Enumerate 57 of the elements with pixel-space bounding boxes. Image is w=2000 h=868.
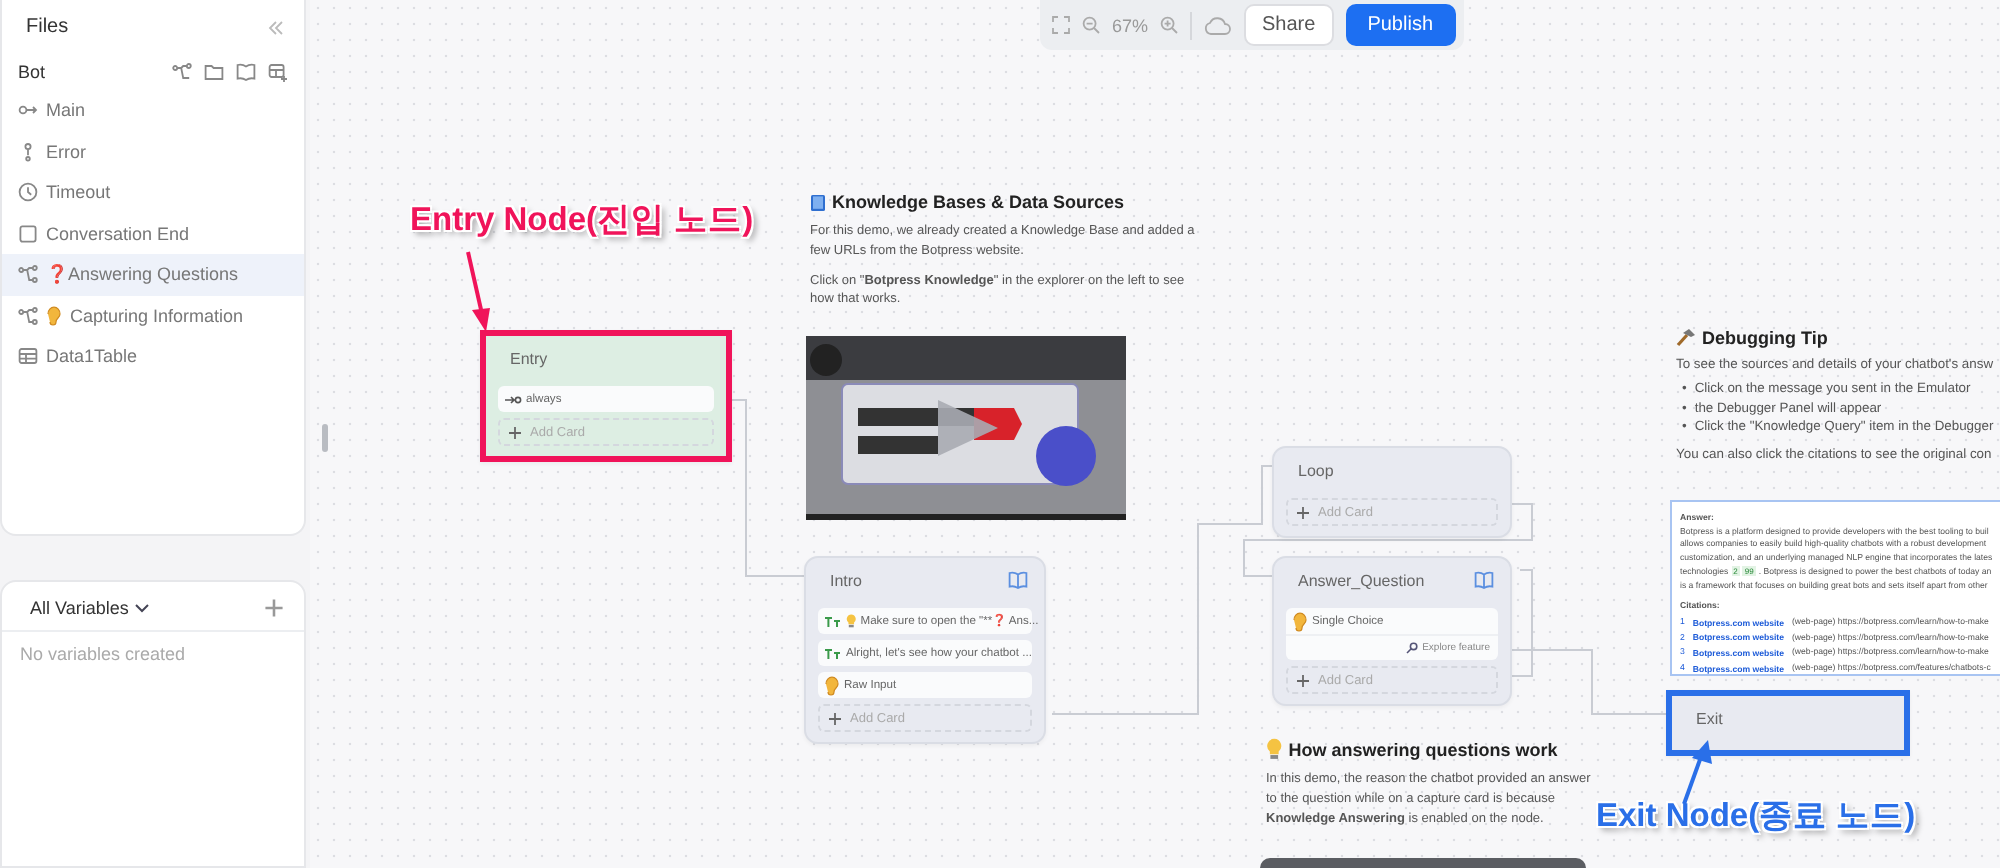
add-flow-icon — [172, 62, 192, 82]
sidebar-item[interactable]: Data1Table — [2, 336, 304, 377]
sidebar-item[interactable]: Capturing Information — [2, 295, 304, 336]
plus-icon — [828, 711, 842, 725]
square-icon — [18, 223, 38, 244]
node-title: Exit — [1696, 709, 1723, 727]
flow-icon — [18, 305, 38, 326]
zoom-in-icon[interactable] — [1160, 16, 1179, 34]
fit-view-icon[interactable] — [1052, 16, 1070, 34]
sidebar-item[interactable]: Conversation End — [2, 213, 304, 254]
book-icon — [810, 193, 826, 211]
resize-handle[interactable] — [322, 424, 328, 452]
plus-icon — [264, 598, 284, 618]
pointer-arrow — [466, 250, 494, 334]
zoom-out-icon[interactable] — [1082, 16, 1100, 34]
collapse-icon[interactable] — [268, 19, 284, 35]
add-table-icon — [268, 62, 288, 82]
sidebar-item[interactable]: ❓Answering Questions — [2, 254, 304, 295]
panel-title: Files — [26, 16, 69, 38]
annotation-label: Entry Node(진입 노드) — [410, 200, 754, 242]
plus-icon — [1296, 673, 1310, 687]
plus-icon — [508, 425, 522, 439]
arrow-icon — [504, 393, 522, 405]
node-title: Answer_Question — [1298, 571, 1425, 589]
flow-node[interactable]: Exit — [1666, 690, 1910, 756]
node-title: Intro — [830, 571, 863, 589]
publish-button[interactable]: Publish — [1345, 4, 1456, 46]
share-button[interactable]: Share — [1244, 4, 1334, 46]
note-heading: Debugging Tip — [1702, 328, 1828, 348]
sidebar-item[interactable]: Timeout — [2, 172, 304, 213]
clock-icon — [18, 182, 38, 203]
zoom-level: 67% — [1112, 15, 1149, 35]
ear-icon — [46, 305, 62, 326]
ear-icon — [1292, 611, 1308, 631]
note-heading: Knowledge Bases & Data Sources — [832, 192, 1125, 212]
add-book-icon — [236, 62, 256, 82]
section-title: Bot — [18, 62, 46, 82]
sidebar-item[interactable]: Main — [2, 90, 304, 131]
annotation-label: Exit Node(종료 노드) — [1596, 796, 1916, 838]
ear-icon — [824, 675, 840, 695]
plus-icon — [1296, 505, 1310, 519]
text-card-icon — [824, 615, 842, 627]
text-card-icon — [824, 647, 842, 659]
node-title: Entry — [510, 349, 548, 367]
table-icon — [18, 346, 38, 367]
hammer-icon — [1676, 328, 1696, 348]
variables-dropdown[interactable]: All Variables — [30, 598, 150, 618]
empty-message: No variables created — [18, 642, 188, 668]
light-bulb-icon — [1266, 738, 1283, 760]
sidebar-item[interactable]: Error — [2, 131, 304, 172]
flow-icon — [18, 264, 38, 285]
node-title: Loop — [1298, 461, 1334, 479]
cloud-icon[interactable] — [1204, 15, 1233, 35]
note-heading: How answering questions work — [1288, 739, 1558, 759]
add-folder-icon — [204, 62, 224, 82]
magnifier-icon — [1406, 642, 1419, 654]
chevron-down-icon — [133, 602, 150, 614]
